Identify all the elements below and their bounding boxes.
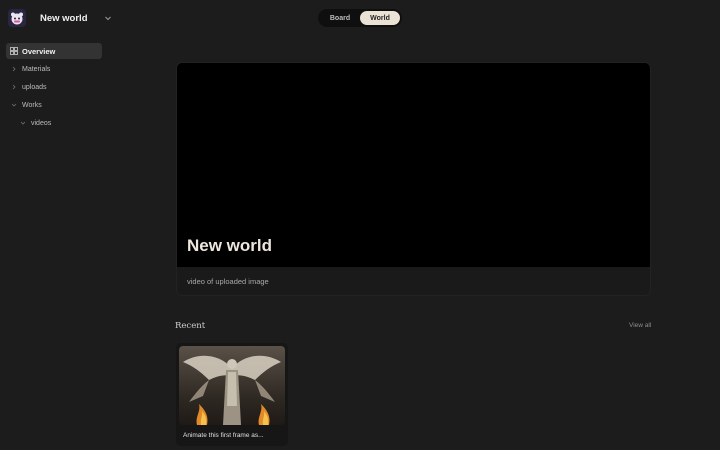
sidebar-item-overview[interactable]: Overview (6, 43, 102, 59)
sidebar-item-videos[interactable]: videos (6, 115, 102, 131)
recent-heading: Recent (175, 321, 206, 331)
chevron-right-icon (11, 66, 17, 72)
chevron-down-icon (11, 102, 17, 108)
hero-description: video of uploaded image (187, 277, 269, 286)
sidebar-item-materials[interactable]: Materials (6, 61, 102, 77)
sidebar-item-label: Materials (22, 65, 51, 73)
workspace-title: New world (40, 12, 88, 24)
card-thumbnail (179, 346, 285, 425)
sidebar-item-label: uploads (22, 83, 47, 91)
sidebar: Overview Materials uploads Works videos (6, 43, 102, 131)
view-all-link[interactable]: View all (629, 322, 651, 329)
toggle-world-button[interactable]: World (360, 11, 400, 25)
workspace-selector[interactable]: New world (8, 8, 112, 28)
sidebar-item-label: Overview (22, 46, 56, 56)
sidebar-item-uploads[interactable]: uploads (6, 79, 102, 95)
hero-title: New world (187, 236, 273, 255)
grid-icon (10, 47, 18, 55)
world-hero-card[interactable]: New world video of uploaded image (176, 62, 651, 296)
toggle-board-button[interactable]: Board (320, 11, 360, 25)
view-toggle: Board World (318, 9, 402, 27)
chevron-right-icon (11, 84, 17, 90)
card-caption: Animate this first frame as... (183, 432, 264, 439)
sidebar-item-label: videos (31, 119, 52, 127)
recent-card[interactable]: Animate this first frame as... (176, 343, 288, 446)
app-logo-icon (8, 9, 26, 27)
sidebar-item-works[interactable]: Works (6, 97, 102, 113)
chevron-down-icon (20, 120, 26, 126)
chevron-down-icon[interactable] (104, 14, 112, 22)
sidebar-item-label: Works (22, 101, 42, 109)
